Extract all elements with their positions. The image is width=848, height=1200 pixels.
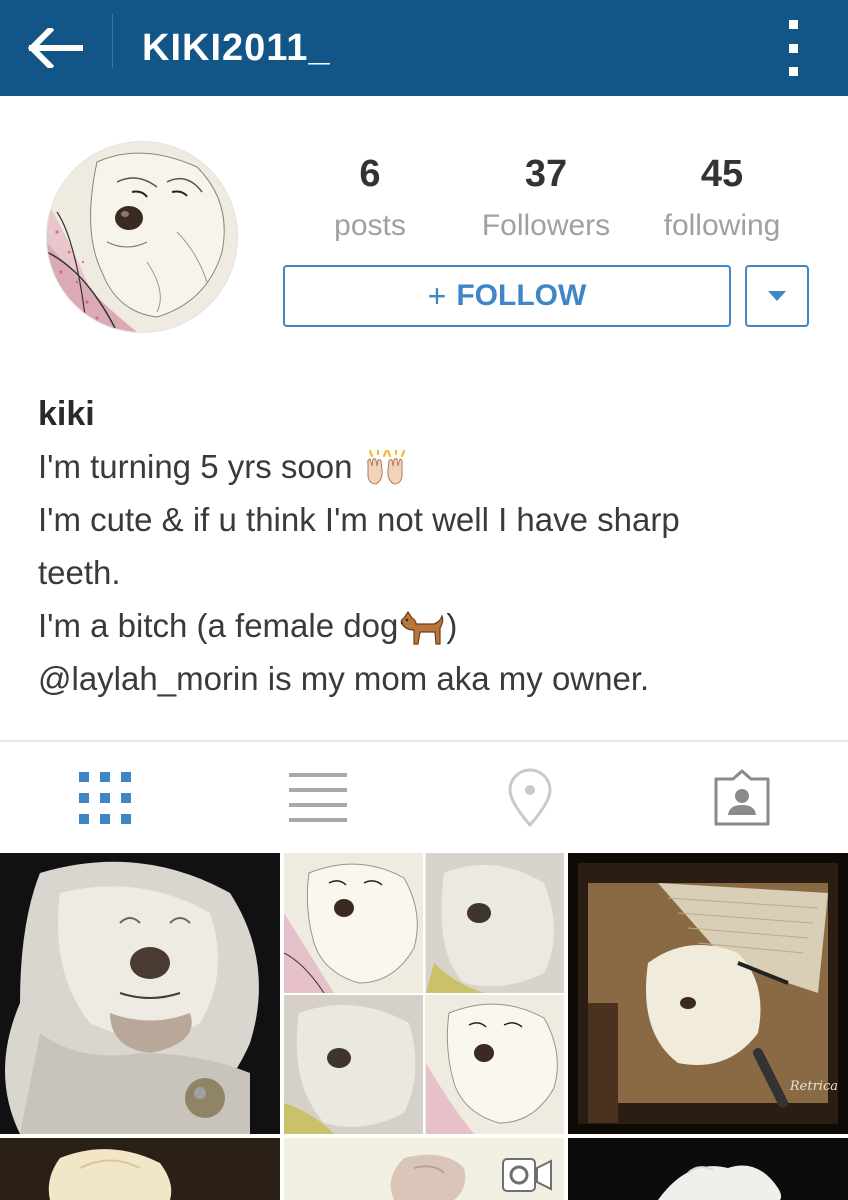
bio-text: ) [446, 607, 458, 644]
more-vert-icon [788, 43, 798, 53]
back-button[interactable] [0, 0, 112, 96]
list-view-icon [289, 773, 347, 822]
more-options-button[interactable] [776, 20, 810, 76]
raised-hands-icon [366, 450, 405, 485]
photo-thumbnail[interactable] [284, 853, 564, 1134]
profile-bio: kiki I'm turning 5 yrs soon I'm cute & i… [38, 388, 818, 705]
grid-view-icon [79, 772, 131, 824]
tab-tagged-photos[interactable] [692, 760, 792, 836]
app-bar: KIKI2011_ [0, 0, 848, 96]
stat-posts: 6 posts [280, 152, 460, 248]
following-count: 45 [700, 153, 744, 195]
tab-grid-view[interactable] [55, 760, 155, 836]
more-vert-icon [788, 67, 798, 76]
app-bar-divider [112, 14, 113, 68]
suggested-accounts-button[interactable] [745, 265, 809, 327]
bio-line: I'm turning 5 yrs soon [38, 440, 818, 493]
photo-thumbnail[interactable] [568, 1138, 848, 1200]
bio-name: kiki [38, 395, 95, 433]
video-thumbnail[interactable] [284, 1138, 564, 1200]
posts-label: posts [334, 209, 406, 242]
avatar[interactable] [47, 142, 237, 332]
follow-button-label: FOLLOW [456, 279, 587, 312]
photo-thumbnail[interactable] [0, 853, 280, 1134]
section-divider [0, 740, 848, 742]
tagged-photos-icon [714, 769, 770, 826]
plus-icon: + [427, 277, 447, 314]
more-vert-icon [788, 20, 798, 29]
bio-mention-line[interactable]: @laylah_morin is my mom aka my owner. [38, 652, 818, 705]
arrow-left-icon [28, 28, 83, 68]
stat-following[interactable]: 45 following [632, 152, 812, 248]
posts-count: 6 [359, 153, 381, 195]
caret-down-icon [768, 291, 786, 301]
followers-count: 37 [524, 153, 568, 195]
photo-watermark: Retrica [789, 1079, 838, 1094]
profile-username: KIKI2011_ [142, 26, 331, 69]
tab-list-view[interactable] [268, 760, 368, 836]
stat-followers[interactable]: 37 Followers [456, 152, 636, 248]
bio-text: I'm turning 5 yrs soon [38, 448, 353, 485]
bio-line: I'm a bitch (a female dog ) [38, 599, 818, 652]
followers-label: Followers [481, 209, 611, 242]
location-pin-icon [508, 768, 552, 828]
tab-photo-map[interactable] [480, 760, 580, 836]
photo-thumbnail[interactable] [0, 1138, 280, 1200]
follow-button[interactable]: + FOLLOW [283, 265, 731, 327]
bio-text: I'm a bitch (a female dog [38, 607, 399, 644]
following-label: following [663, 209, 781, 242]
photo-thumbnail[interactable]: Retrica [568, 853, 848, 1134]
bio-line: teeth. [38, 554, 121, 591]
video-camera-icon [502, 1158, 552, 1192]
dog-icon [401, 611, 444, 645]
bio-line: I'm cute & if u think I'm not well I hav… [38, 501, 680, 538]
